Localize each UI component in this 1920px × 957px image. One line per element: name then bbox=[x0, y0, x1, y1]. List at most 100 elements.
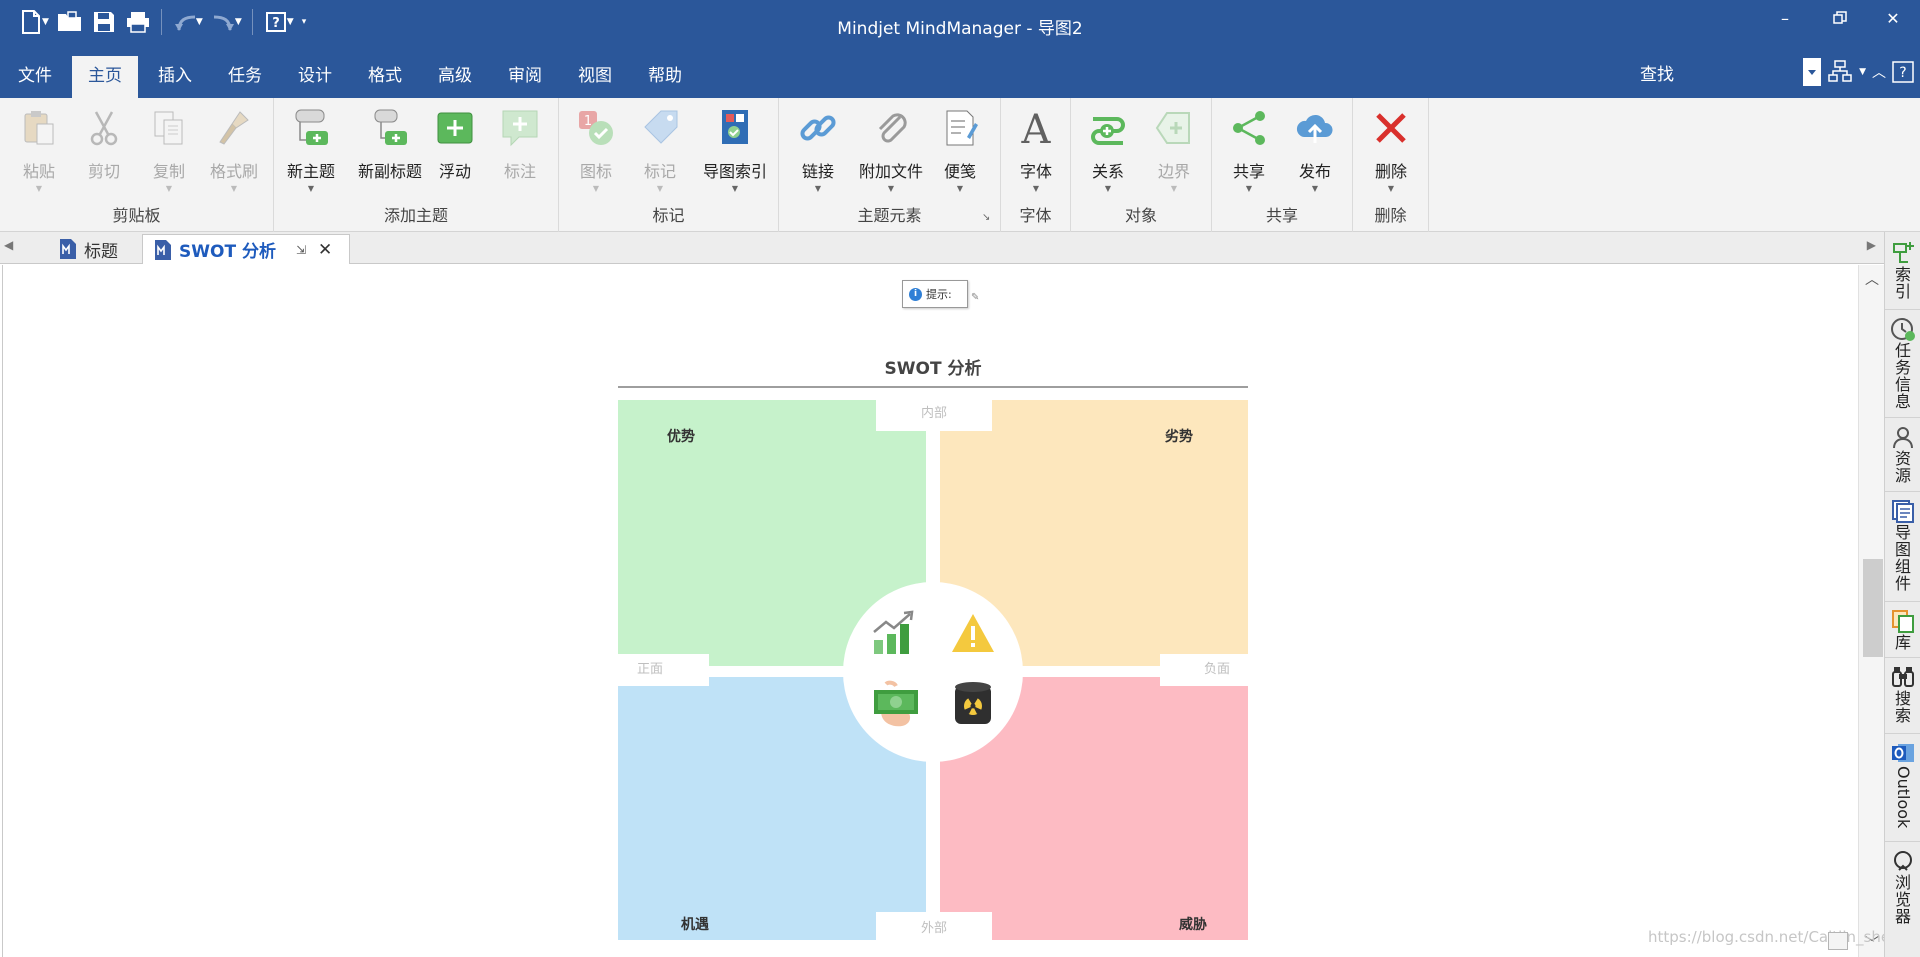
close-tab-icon[interactable]: ✕ bbox=[318, 240, 332, 260]
side-tab-outlook[interactable]: Outlook bbox=[1885, 736, 1920, 842]
tab-advanced[interactable]: 高级 bbox=[422, 56, 488, 98]
vertical-scrollbar[interactable]: ︿ ﹀ bbox=[1858, 265, 1884, 957]
tab-view[interactable]: 视图 bbox=[562, 56, 628, 98]
tab-review[interactable]: 审阅 bbox=[492, 56, 558, 98]
delete-button[interactable]: 删除 ▼ bbox=[1360, 106, 1422, 206]
scrollbar-thumb[interactable] bbox=[1863, 559, 1883, 657]
paste-button[interactable]: 粘贴 ▼ bbox=[8, 106, 70, 206]
restore-icon[interactable] bbox=[1815, 0, 1865, 36]
opportunities-label[interactable]: 机遇 bbox=[681, 914, 709, 934]
clock-check-icon bbox=[1891, 318, 1915, 341]
dialog-launcher-icon[interactable]: ↘ bbox=[982, 212, 994, 224]
tab-insert[interactable]: 插入 bbox=[142, 56, 208, 98]
ribbon-group-label: 对象 bbox=[1124, 206, 1157, 225]
chevron-down-icon[interactable]: ▼ bbox=[1859, 67, 1866, 77]
side-tab-browser[interactable]: 浏览器 bbox=[1885, 844, 1920, 954]
tab-task[interactable]: 任务 bbox=[212, 56, 278, 98]
index-icon bbox=[1893, 242, 1914, 263]
chevron-down-icon[interactable]: ▼ bbox=[287, 17, 294, 27]
new-subtopic-button[interactable]: 新副标题 bbox=[350, 106, 430, 206]
tab-help[interactable]: 帮助 bbox=[632, 56, 698, 98]
tag-button[interactable]: 标记 ▼ bbox=[629, 106, 691, 206]
scroll-tabs-right-icon[interactable]: ▶ bbox=[1867, 238, 1876, 252]
side-tab-map-parts[interactable]: 导图组件 bbox=[1885, 494, 1920, 602]
tab-home[interactable]: 主页 bbox=[72, 56, 138, 98]
attach-file-button[interactable]: 附加文件 ▼ bbox=[851, 106, 931, 206]
relationship-button[interactable]: 关系 ▼ bbox=[1077, 106, 1139, 206]
search-dropdown-icon[interactable] bbox=[1803, 58, 1822, 86]
svg-text:?: ? bbox=[272, 16, 280, 31]
icon-button[interactable]: 1 图标 ▼ bbox=[565, 106, 627, 206]
float-window-icon[interactable]: ⇲ bbox=[296, 243, 306, 257]
chevron-down-icon: ▼ bbox=[35, 184, 43, 193]
boundary-icon bbox=[1152, 106, 1196, 150]
save-icon[interactable] bbox=[87, 7, 121, 37]
tab-file[interactable]: 文件 bbox=[2, 56, 68, 98]
side-tab-task-info[interactable]: 任务信息 bbox=[1885, 312, 1920, 418]
doc-tab-title[interactable]: 标题 bbox=[48, 234, 150, 264]
tip-callout[interactable]: i 提示: bbox=[902, 280, 968, 308]
font-button[interactable]: A 字体 ▼ bbox=[1005, 106, 1067, 206]
cloud-upload-icon bbox=[1293, 106, 1337, 150]
cut-button[interactable]: 剪切 bbox=[73, 106, 135, 206]
delete-icon bbox=[1369, 106, 1413, 150]
side-tab-library[interactable]: 库 bbox=[1885, 604, 1920, 658]
ribbon-group-delete: 删除 ▼ 删除 bbox=[1353, 98, 1429, 232]
paperclip-icon bbox=[869, 106, 913, 150]
close-icon[interactable]: ✕ bbox=[1868, 0, 1918, 36]
chevron-down-icon[interactable]: ▼ bbox=[196, 17, 203, 27]
floating-topic-button[interactable]: 浮动 bbox=[424, 106, 486, 206]
link-icon bbox=[796, 106, 840, 150]
boundary-button[interactable]: 边界 ▼ bbox=[1143, 106, 1205, 206]
minimize-icon[interactable]: – bbox=[1760, 0, 1810, 36]
warning-icon bbox=[952, 614, 994, 652]
side-tab-resources[interactable]: 资源 bbox=[1885, 420, 1920, 492]
customize-toolbar-icon[interactable]: ▾ bbox=[302, 17, 307, 27]
link-button[interactable]: 链接 ▼ bbox=[787, 106, 849, 206]
threats-label[interactable]: 威胁 bbox=[1179, 914, 1207, 934]
layout-icon[interactable] bbox=[1827, 59, 1853, 85]
chevron-down-icon: ▼ bbox=[1170, 184, 1178, 193]
chevron-down-icon[interactable]: ▼ bbox=[235, 17, 242, 27]
document-tabs: ◀ 标题 SWOT 分析 ⇲ ✕ ▶ bbox=[0, 232, 1884, 264]
ribbon-group-markers: 1 图标 ▼ 标记 ▼ 导图索引 ▼ 标记 bbox=[559, 98, 779, 232]
map-index-icon bbox=[713, 106, 757, 150]
tab-design[interactable]: 设计 bbox=[282, 56, 348, 98]
new-topic-button[interactable]: 新主题 ▼ bbox=[280, 106, 342, 206]
chevron-down-icon: ▼ bbox=[307, 184, 315, 193]
notes-button[interactable]: 便笺 ▼ bbox=[929, 106, 991, 206]
chevron-down-icon: ▼ bbox=[230, 184, 238, 193]
fit-map-icon[interactable] bbox=[1828, 932, 1848, 950]
map-index-button[interactable]: 导图索引 ▼ bbox=[695, 106, 775, 206]
format-painter-button[interactable]: 格式刷 ▼ bbox=[203, 106, 265, 206]
edit-note-icon[interactable]: ✎ bbox=[971, 292, 979, 303]
side-tab-search[interactable]: 搜索 bbox=[1885, 660, 1920, 734]
chevron-down-icon[interactable]: ▼ bbox=[42, 17, 49, 27]
ribbon-group-share: 共享 ▼ 发布 ▼ 共享 bbox=[1212, 98, 1353, 232]
chevron-down-icon: ▼ bbox=[592, 184, 600, 193]
scroll-tabs-left-icon[interactable]: ◀ bbox=[4, 238, 13, 252]
strengths-label[interactable]: 优势 bbox=[667, 426, 695, 446]
growth-chart-icon bbox=[873, 610, 914, 654]
title-bar: ▼ ▼ ▼ ? ▼ ▾ Mindjet MindManager - 导图2 – … bbox=[0, 0, 1920, 48]
doc-tab-swot[interactable]: SWOT 分析 ⇲ ✕ bbox=[142, 234, 350, 264]
collapse-ribbon-icon[interactable]: ︿ bbox=[1872, 62, 1886, 82]
toolbar-divider bbox=[160, 9, 162, 35]
publish-button[interactable]: 发布 ▼ bbox=[1284, 106, 1346, 206]
share-button[interactable]: 共享 ▼ bbox=[1218, 106, 1280, 206]
outlook-icon bbox=[1892, 744, 1914, 762]
help-icon[interactable]: ? bbox=[1892, 61, 1914, 83]
ribbon-group-clipboard: 粘贴 ▼ 剪切 复制 ▼ 格式刷 ▼ 剪贴板 bbox=[0, 98, 274, 232]
callout-button[interactable]: 标注 bbox=[489, 106, 551, 206]
print-icon[interactable] bbox=[121, 7, 155, 37]
chevron-down-icon: ▼ bbox=[1104, 184, 1112, 193]
search-label[interactable]: 查找 bbox=[1640, 60, 1674, 85]
weaknesses-label[interactable]: 劣势 bbox=[1165, 426, 1193, 446]
swot-title[interactable]: SWOT 分析 bbox=[618, 354, 1248, 379]
scroll-up-icon[interactable]: ︿ bbox=[1865, 269, 1879, 289]
side-tab-index[interactable]: 索引 bbox=[1885, 236, 1920, 310]
money-hand-icon bbox=[874, 680, 918, 727]
open-folder-icon[interactable] bbox=[53, 7, 87, 37]
copy-button[interactable]: 复制 ▼ bbox=[138, 106, 200, 206]
tab-format[interactable]: 格式 bbox=[352, 56, 418, 98]
